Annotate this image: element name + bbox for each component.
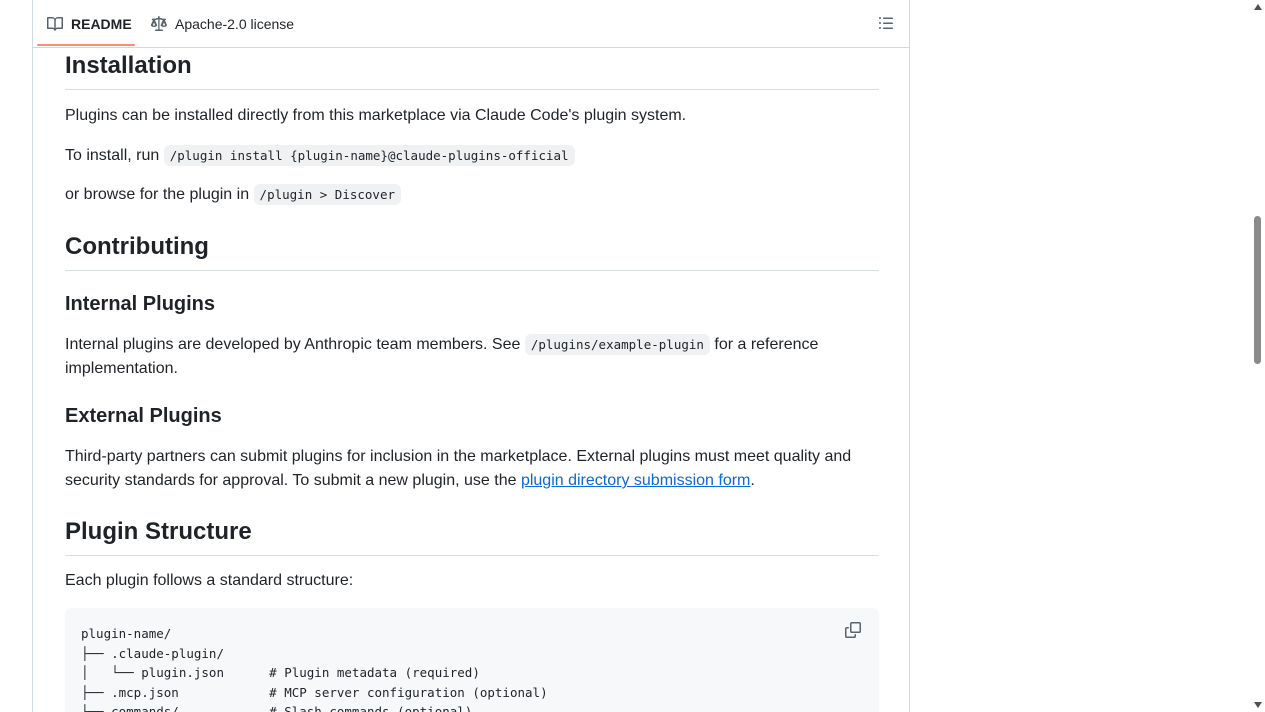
active-tab-indicator — [37, 44, 135, 46]
page-scrollbar[interactable] — [1251, 0, 1265, 712]
browse-text: or browse for the plugin in — [65, 186, 254, 203]
contributing-heading: Contributing — [65, 232, 879, 271]
tab-readme[interactable]: README — [47, 0, 132, 47]
scrollbar-thumb[interactable] — [1254, 216, 1261, 364]
installation-paragraph-3: or browse for the plugin in /plugin > Di… — [65, 183, 402, 207]
external-plugins-paragraph: Third-party partners can submit plugins … — [65, 445, 865, 493]
plugin-structure-intro: Each plugin follows a standard structure… — [65, 572, 354, 589]
copy-icon — [845, 622, 861, 638]
book-icon — [47, 16, 63, 31]
scroll-down-arrow[interactable] — [1253, 700, 1263, 710]
install-text: To install, run — [65, 147, 164, 164]
scroll-up-arrow[interactable] — [1253, 2, 1263, 12]
external-text-post: . — [750, 472, 755, 489]
tab-license-label: Apache-2.0 license — [175, 15, 295, 32]
installation-paragraph-2: To install, run /plugin install {plugin-… — [65, 144, 575, 168]
tab-readme-label: README — [71, 15, 132, 32]
copy-button[interactable] — [845, 622, 863, 640]
submission-form-link[interactable]: plugin directory submission form — [521, 472, 750, 489]
external-plugins-heading: External Plugins — [65, 405, 222, 427]
internal-plugins-paragraph: Internal plugins are developed by Anthro… — [65, 333, 855, 381]
triangle-up-icon — [1254, 4, 1262, 10]
plugin-structure-code: plugin-name/ ├── .claude-plugin/ │ └── p… — [81, 626, 548, 712]
example-plugin-code: /plugins/example-plugin — [524, 334, 710, 355]
outline-button[interactable] — [877, 14, 895, 32]
tab-license[interactable]: Apache-2.0 license — [151, 0, 294, 47]
readme-tabbar: README Apache-2.0 license — [33, 0, 909, 48]
internal-text: Internal plugins are developed by Anthro… — [65, 336, 525, 353]
internal-plugins-heading: Internal Plugins — [65, 293, 216, 315]
install-command-code: /plugin install {plugin-name}@claude-plu… — [163, 145, 575, 166]
plugin-structure-heading: Plugin Structure — [65, 517, 879, 556]
readme-panel: README Apache-2.0 license Installation P… — [32, 0, 910, 712]
discover-command-code: /plugin > Discover — [253, 184, 402, 205]
law-scale-icon — [151, 15, 167, 31]
installation-heading: Installation — [65, 51, 879, 90]
installation-paragraph-1: Plugins can be installed directly from t… — [65, 107, 687, 124]
list-unordered-icon — [879, 17, 893, 29]
triangle-down-icon — [1254, 702, 1262, 708]
plugin-structure-codeblock: plugin-name/ ├── .claude-plugin/ │ └── p… — [65, 608, 879, 712]
